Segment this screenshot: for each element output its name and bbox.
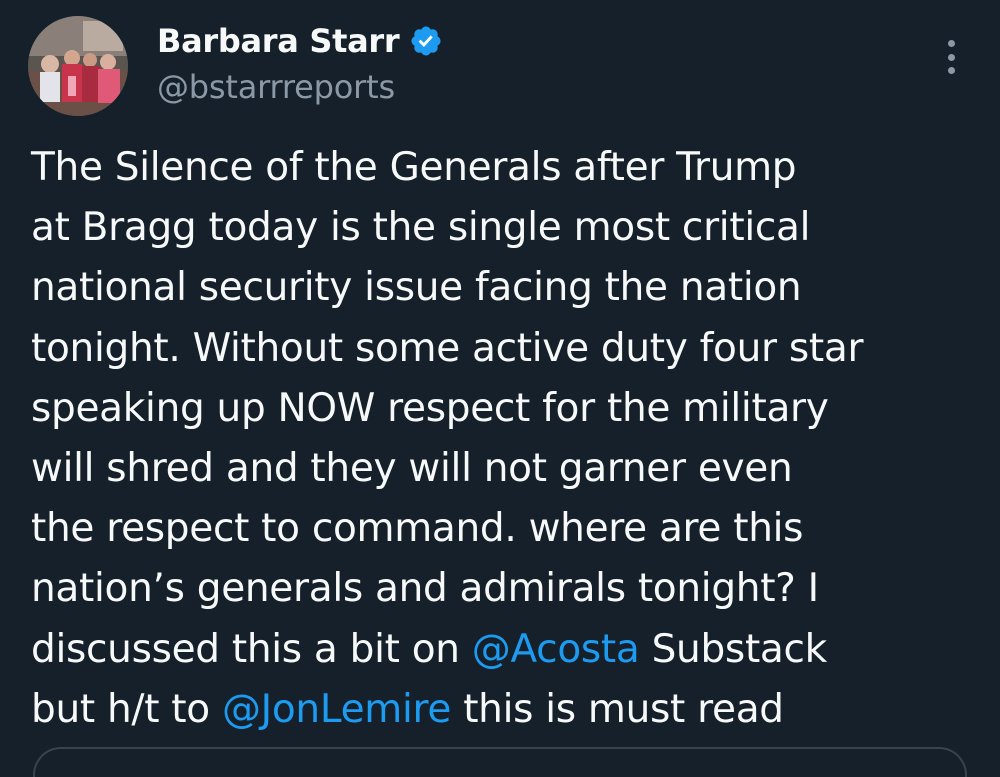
tweet-text-segment: will shred and they will not garner even xyxy=(31,446,793,492)
tweet-text-segment: this is must read xyxy=(451,686,784,732)
mention-link[interactable]: @JonLemire xyxy=(222,687,451,732)
tweet-text-segment: but h/t to xyxy=(31,686,222,732)
author-name-row: Barbara Starr xyxy=(157,18,443,64)
tweet-text-line: the respect to command. where are this xyxy=(31,499,971,559)
tweet-text-segment: the respect to command. where are this xyxy=(31,506,804,552)
more-vertical-icon xyxy=(947,53,955,61)
tweet-text-segment: discussed this a bit on xyxy=(31,626,472,672)
tweet-text-line: tonight. Without some active duty four s… xyxy=(31,319,971,379)
tweet-text-line: national security issue facing the natio… xyxy=(31,258,971,318)
tweet-text-segment: The Silence of the Generals after Trump xyxy=(31,145,797,190)
tweet-text-segment: Substack xyxy=(639,626,828,672)
tweet-text-line: discussed this a bit on @Acosta Substack xyxy=(31,620,971,680)
tweet-text: The Silence of the Generals after Trump a… xyxy=(31,138,971,740)
tweet-text-line: The Silence of the Generals after Trump xyxy=(31,138,971,198)
author-display-name[interactable]: Barbara Starr xyxy=(157,22,400,60)
verified-badge-icon[interactable] xyxy=(409,24,443,58)
tweet-text-segment: nation’s generals and admirals tonight? … xyxy=(31,566,819,612)
tweet-text-line: but h/t to @JonLemire this is must read xyxy=(31,680,971,740)
tweet-text-segment: speaking up NOW respect for the military xyxy=(31,385,829,431)
more-vertical-icon xyxy=(947,67,955,74)
tweet-text-segment: national security issue facing the natio… xyxy=(31,265,802,311)
tweet-text-line: speaking up NOW respect for the military xyxy=(31,379,971,439)
tweet-text-line: nation’s generals and admirals tonight? … xyxy=(31,559,971,619)
tweet-text-line: will shred and they will not garner even xyxy=(31,439,971,499)
tweet-text-line: at Bragg today is the single most critic… xyxy=(31,198,971,258)
more-options-button[interactable] xyxy=(934,38,968,76)
tweet: Barbara Starr @bstarrreports The Silence… xyxy=(0,0,1000,777)
tweet-text-segment: at Bragg today is the single most critic… xyxy=(31,205,811,251)
author-handle[interactable]: @bstarrreports xyxy=(157,68,443,106)
more-vertical-icon xyxy=(947,40,955,47)
tweet-text-segment: tonight. Without some active duty four s… xyxy=(31,325,864,371)
mention-link[interactable]: @Acosta xyxy=(472,627,640,672)
author-avatar[interactable] xyxy=(28,16,128,116)
author-header: Barbara Starr @bstarrreports xyxy=(157,18,443,106)
embedded-link-card[interactable] xyxy=(33,747,967,777)
profile-photo-icon xyxy=(28,16,128,116)
